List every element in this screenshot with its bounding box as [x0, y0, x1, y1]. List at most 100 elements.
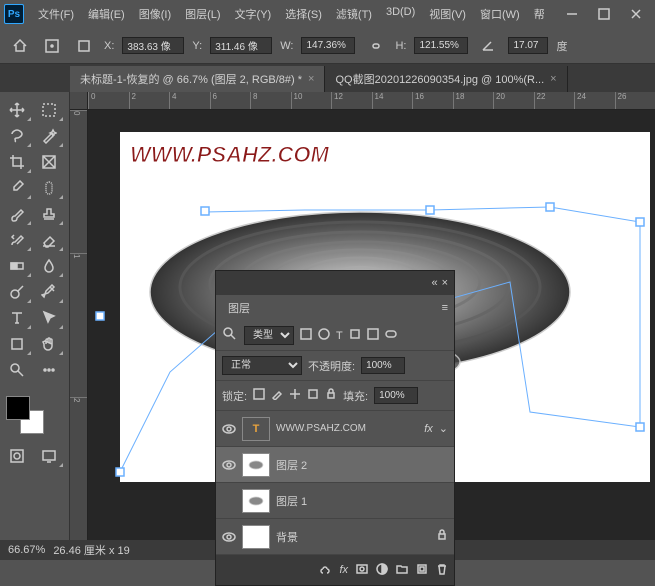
- chevron-down-icon[interactable]: ⌄: [439, 422, 448, 435]
- wand-tool[interactable]: [34, 124, 64, 148]
- trash-icon[interactable]: [436, 563, 448, 578]
- stamp-tool[interactable]: [34, 202, 64, 226]
- fx-icon[interactable]: fx: [339, 564, 348, 576]
- group-icon[interactable]: [396, 563, 408, 578]
- tab-close-icon[interactable]: ×: [308, 73, 314, 85]
- angle-icon: [476, 34, 500, 58]
- filter-type-select[interactable]: 类型: [244, 326, 294, 345]
- filter-shape-icon[interactable]: [349, 328, 361, 343]
- mask-icon[interactable]: [356, 563, 368, 578]
- fx-badge[interactable]: fx: [424, 423, 433, 435]
- blend-mode-select[interactable]: 正常: [222, 356, 302, 375]
- angle-input[interactable]: [508, 37, 548, 54]
- filter-toggle-icon[interactable]: [385, 328, 397, 343]
- foreground-color[interactable]: [6, 396, 30, 420]
- move-tool[interactable]: [2, 98, 32, 122]
- fill-label: 填充:: [343, 388, 368, 404]
- menu-type[interactable]: 文字(Y): [229, 2, 278, 26]
- menu-layer[interactable]: 图层(L): [179, 2, 226, 26]
- visibility-icon[interactable]: [222, 422, 236, 436]
- blur-tool[interactable]: [34, 254, 64, 278]
- h-label: H:: [395, 40, 406, 52]
- history-brush-tool[interactable]: [2, 228, 32, 252]
- checkbox-icon[interactable]: [72, 34, 96, 58]
- frame-tool[interactable]: [34, 150, 64, 174]
- filter-smart-icon[interactable]: [367, 328, 379, 343]
- path-select-tool[interactable]: [34, 306, 64, 330]
- type-tool[interactable]: [2, 306, 32, 330]
- layer-item[interactable]: 背景: [216, 519, 454, 555]
- eyedropper-tool[interactable]: [2, 176, 32, 200]
- gradient-tool[interactable]: [2, 254, 32, 278]
- y-input[interactable]: [210, 37, 272, 54]
- zoom-level[interactable]: 66.67%: [8, 544, 45, 556]
- layer-list: T WWW.PSAHZ.COM fx ⌄ 图层 2 图层 1 背景: [216, 411, 454, 555]
- close-button[interactable]: [621, 4, 651, 24]
- menu-image[interactable]: 图像(I): [133, 2, 177, 26]
- heal-tool[interactable]: [34, 176, 64, 200]
- tab-inactive[interactable]: QQ截图20201226090354.jpg @ 100%(R... ×: [325, 66, 567, 92]
- crop-tool[interactable]: [2, 150, 32, 174]
- layer-name: 图层 1: [276, 493, 307, 509]
- panel-header[interactable]: « ×: [216, 271, 454, 295]
- filter-type-icon[interactable]: T: [336, 330, 343, 342]
- layer-item[interactable]: 图层 1: [216, 483, 454, 519]
- home-icon[interactable]: [8, 34, 32, 58]
- new-layer-icon[interactable]: [416, 563, 428, 578]
- search-icon[interactable]: [222, 326, 238, 345]
- layer-name: WWW.PSAHZ.COM: [276, 423, 418, 434]
- brush-tool[interactable]: [2, 202, 32, 226]
- transform-ref-icon[interactable]: [40, 34, 64, 58]
- quickmask-tool[interactable]: [2, 444, 32, 468]
- filter-adjust-icon[interactable]: [318, 328, 330, 343]
- hand-tool[interactable]: [34, 332, 64, 356]
- collapse-icon[interactable]: «: [431, 277, 437, 289]
- dodge-tool[interactable]: [2, 280, 32, 304]
- menu-file[interactable]: 文件(F): [32, 2, 80, 26]
- lock-pixels-icon[interactable]: [253, 388, 265, 403]
- adjustment-icon[interactable]: [376, 563, 388, 578]
- layer-item[interactable]: T WWW.PSAHZ.COM fx ⌄: [216, 411, 454, 447]
- angle-label: 度: [556, 38, 567, 54]
- menu-filter[interactable]: 滤镜(T): [330, 2, 378, 26]
- visibility-icon[interactable]: [222, 530, 236, 544]
- layers-tab[interactable]: 图层: [216, 295, 262, 321]
- link-icon[interactable]: [363, 34, 387, 58]
- lasso-tool[interactable]: [2, 124, 32, 148]
- screenmode-tool[interactable]: [34, 444, 64, 468]
- color-swatches: [2, 392, 62, 442]
- more-tool[interactable]: [34, 358, 64, 382]
- pen-tool[interactable]: [34, 280, 64, 304]
- lock-artboard-icon[interactable]: [307, 388, 319, 403]
- link-layers-icon[interactable]: [319, 563, 331, 578]
- h-input[interactable]: [414, 37, 468, 54]
- lock-all-icon[interactable]: [325, 388, 337, 403]
- lock-brush-icon[interactable]: [271, 388, 283, 403]
- menu-view[interactable]: 视图(V): [423, 2, 472, 26]
- tab-active[interactable]: 未标题-1-恢复的 @ 66.7% (图层 2, RGB/8#) * ×: [70, 66, 325, 92]
- visibility-icon[interactable]: [222, 494, 236, 508]
- panel-menu-icon[interactable]: ≡: [442, 302, 448, 314]
- visibility-icon[interactable]: [222, 458, 236, 472]
- tab-close-icon[interactable]: ×: [550, 73, 556, 85]
- eraser-tool[interactable]: [34, 228, 64, 252]
- menu-select[interactable]: 选择(S): [279, 2, 328, 26]
- zoom-tool[interactable]: [2, 358, 32, 382]
- menu-edit[interactable]: 编辑(E): [82, 2, 131, 26]
- layers-panel[interactable]: « × 图层 ≡ 类型 T 正常 不透明度: 锁定: 填充: T WWW.PSA…: [215, 270, 455, 586]
- menu-3d[interactable]: 3D(D): [380, 2, 421, 26]
- fill-input[interactable]: [374, 387, 418, 404]
- shape-tool[interactable]: [2, 332, 32, 356]
- opacity-input[interactable]: [361, 357, 405, 374]
- close-icon[interactable]: ×: [442, 277, 448, 289]
- minimize-button[interactable]: [557, 4, 587, 24]
- x-input[interactable]: [122, 37, 184, 54]
- maximize-button[interactable]: [589, 4, 619, 24]
- w-input[interactable]: [301, 37, 355, 54]
- marquee-tool[interactable]: [34, 98, 64, 122]
- menu-help[interactable]: 帮: [528, 2, 551, 26]
- layer-item[interactable]: 图层 2: [216, 447, 454, 483]
- lock-position-icon[interactable]: [289, 388, 301, 403]
- filter-pixel-icon[interactable]: [300, 328, 312, 343]
- menu-window[interactable]: 窗口(W): [474, 2, 526, 26]
